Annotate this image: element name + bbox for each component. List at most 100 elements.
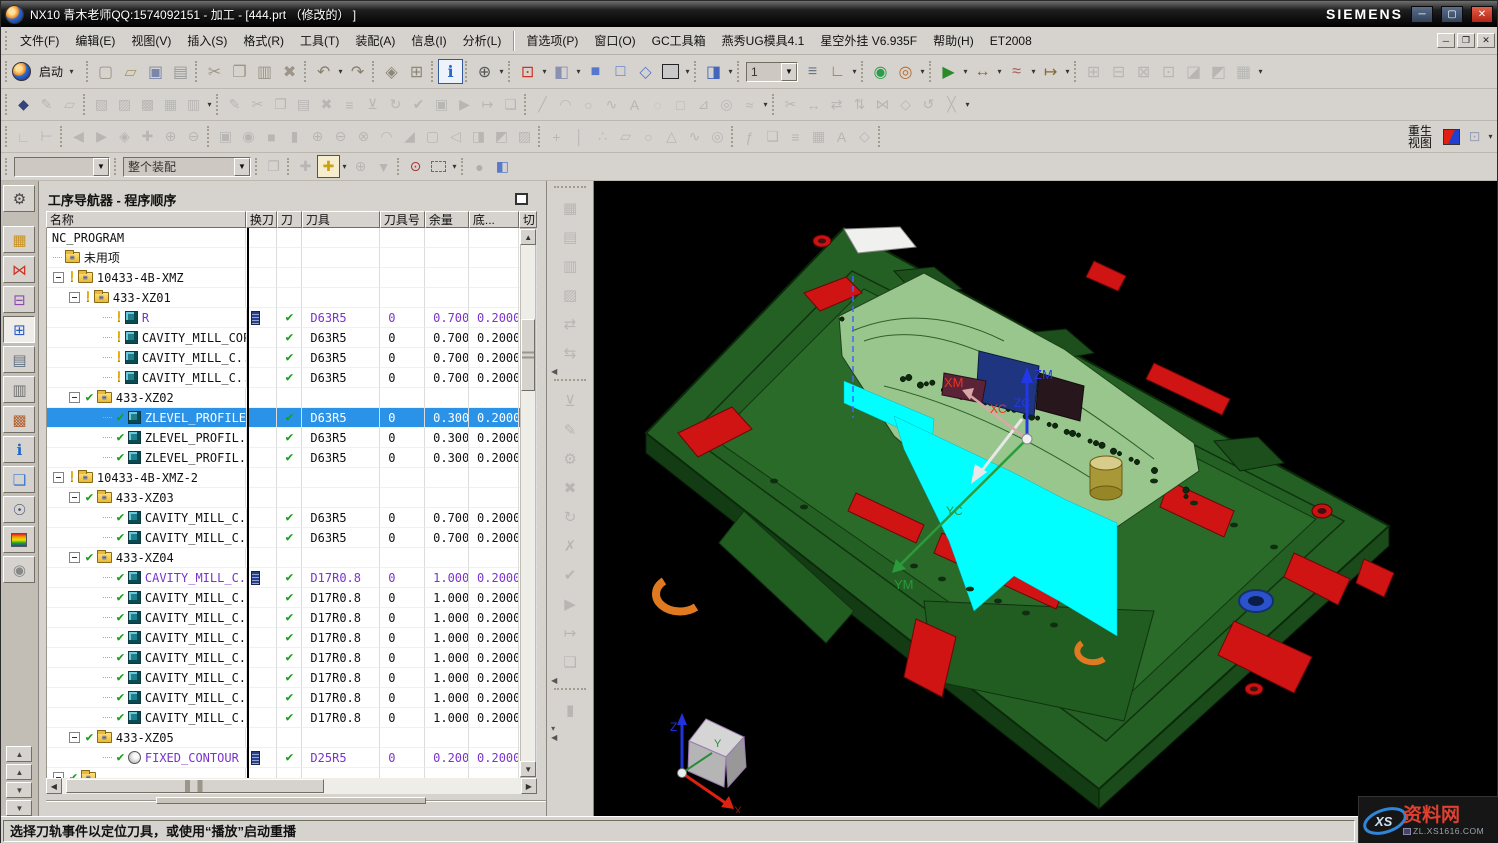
shaded-view-icon[interactable]: ■: [583, 59, 608, 84]
shaded-display-swatch-icon[interactable]: [1440, 125, 1463, 148]
find-component-icon[interactable]: ⊕: [472, 59, 497, 84]
replace-face-icon[interactable]: ⊡: [1156, 59, 1181, 84]
column-header-4[interactable]: 刀具号: [380, 211, 425, 228]
resource-tab-part-navigator[interactable]: ⊟: [3, 286, 35, 313]
translucent-display-icon[interactable]: ⊡: [1463, 125, 1486, 148]
menu-item-view[interactable]: 视图(V): [123, 29, 179, 52]
menu-item-et2008[interactable]: ET2008: [982, 31, 1040, 51]
column-header-0[interactable]: 名称: [46, 211, 246, 228]
background-swatch-dropdown-icon[interactable]: ▾: [683, 67, 692, 76]
revolve-icon[interactable]: ◉: [237, 125, 260, 148]
feed-rate-tool-icon[interactable]: ▮: [555, 695, 585, 724]
redo-icon[interactable]: ↷: [345, 59, 370, 84]
resource-tab-roles[interactable]: ◉: [3, 556, 35, 583]
selection-scope-combo-dropdown-icon[interactable]: ▼: [234, 158, 250, 176]
point-set-icon[interactable]: ∴: [591, 125, 614, 148]
forward-arrow-icon[interactable]: ▶: [90, 125, 113, 148]
tree-row-12[interactable]: !10433-4B-XMZ-2: [47, 468, 537, 488]
background-swatch-icon[interactable]: [658, 59, 683, 84]
menu-item-gc-toolbox[interactable]: GC工具箱: [644, 29, 714, 52]
replay-toolpath-icon[interactable]: ↻: [384, 93, 407, 116]
resource-tab-constraint-navigator[interactable]: ⋈: [3, 256, 35, 283]
sequence-replay-icon[interactable]: ▶: [936, 59, 961, 84]
menu-item-xingkong-plugin[interactable]: 星空外挂 V6.935F: [812, 29, 925, 52]
wcs-display-icon[interactable]: ∟: [12, 125, 35, 148]
resource-tab-internet-explorer[interactable]: ℹ: [3, 436, 35, 463]
named-views-icon[interactable]: ◇: [853, 125, 876, 148]
fit-view-icon[interactable]: ⊡: [515, 59, 540, 84]
resize-blend-icon[interactable]: ◩: [1206, 59, 1231, 84]
paste-icon[interactable]: ▥: [252, 59, 277, 84]
tree-row-20[interactable]: ✔CAVITY_MILL_C...✔D17R0.801.00000.2000: [47, 628, 537, 648]
block-icon[interactable]: ■: [260, 125, 283, 148]
menu-item-information[interactable]: 信息(I): [403, 29, 454, 52]
circle-icon[interactable]: ○: [577, 93, 600, 116]
expander-icon[interactable]: [69, 552, 80, 563]
deviation-gauge-dropdown-icon[interactable]: ▾: [1029, 67, 1038, 76]
zoom-out-icon[interactable]: ⊖: [182, 125, 205, 148]
tree-row-22[interactable]: ✔CAVITY_MILL_C...✔D17R0.801.00000.2000: [47, 668, 537, 688]
open-file-icon[interactable]: ▱: [118, 59, 143, 84]
divide-curve-dropdown-icon[interactable]: ▾: [963, 100, 972, 109]
hscroll-thumb[interactable]: [66, 779, 324, 793]
sweep-icon[interactable]: ∿: [683, 125, 706, 148]
create-tool-icon[interactable]: ▨: [113, 93, 136, 116]
cut-icon[interactable]: ✂: [202, 59, 227, 84]
snapshot-icon[interactable]: ❏: [761, 125, 784, 148]
transform-curve-icon[interactable]: ↺: [917, 93, 940, 116]
edit-toolpath-icon[interactable]: ✎: [555, 415, 585, 444]
tree-row-26[interactable]: ✔FIXED_CONTOUR✔D25R500.20000.2000: [47, 748, 537, 768]
tree-row-27[interactable]: ✔: [47, 768, 537, 778]
datum-plane-icon[interactable]: ▱: [58, 93, 81, 116]
tree-row-15[interactable]: ✔CAVITY_MILL_C...✔D63R500.70000.2000: [47, 528, 537, 548]
edit-object-display-icon[interactable]: ◉: [868, 59, 893, 84]
column-header-3[interactable]: 刀具: [302, 211, 380, 228]
verify-toolpath-icon[interactable]: ✔: [555, 560, 585, 589]
offset-region-icon[interactable]: ⊠: [1131, 59, 1156, 84]
generate-toolpath-icon[interactable]: ⊻: [361, 93, 384, 116]
create-program-icon[interactable]: ▧: [90, 93, 113, 116]
create-operation-dropdown-icon[interactable]: ▾: [205, 100, 214, 109]
cam-solid-icon[interactable]: ◆: [12, 93, 35, 116]
selection-type-combo-dropdown-icon[interactable]: ▼: [93, 158, 109, 176]
delete-icon[interactable]: ✖: [277, 59, 302, 84]
extrude-icon[interactable]: ▣: [214, 125, 237, 148]
undo-dropdown-icon[interactable]: ▾: [336, 67, 345, 76]
render-style-dropdown-icon[interactable]: ▾: [574, 67, 583, 76]
create-method-icon[interactable]: ▦: [159, 93, 182, 116]
wcs-dynamics-dropdown-icon[interactable]: ▾: [850, 67, 859, 76]
tree-row-4[interactable]: !R✔D63R500.70000.2000: [47, 308, 537, 328]
expander-icon[interactable]: [69, 492, 80, 503]
panel-splitter[interactable]: [46, 794, 546, 808]
menu-item-assemblies[interactable]: 装配(A): [347, 29, 403, 52]
tree-row-7[interactable]: !CAVITY_MILL_C...✔D63R500.70000.2000: [47, 368, 537, 388]
expression-icon[interactable]: ƒ: [738, 125, 761, 148]
measure-distance-icon[interactable]: ↔: [970, 59, 995, 84]
minimize-button[interactable]: ─: [1411, 6, 1433, 23]
highlight-filter-icon[interactable]: ✚: [317, 155, 340, 178]
collapse-arrow-icon[interactable]: ◀: [551, 367, 557, 376]
information-icon[interactable]: ℹ: [438, 59, 463, 84]
mirror-curve-icon[interactable]: ⋈: [871, 93, 894, 116]
datum-csys-icon[interactable]: +: [545, 125, 568, 148]
delete-operation-icon[interactable]: ✖: [315, 93, 338, 116]
expander-icon[interactable]: [69, 392, 80, 403]
tree-row-16[interactable]: ✔433-XZ04: [47, 548, 537, 568]
trim-curve-icon[interactable]: ✂: [779, 93, 802, 116]
menu-item-format[interactable]: 格式(R): [235, 29, 292, 52]
rectangle-select-dropdown-icon[interactable]: ▾: [450, 162, 459, 171]
scroll-right-button[interactable]: ▶: [521, 778, 537, 794]
edge-blend-icon[interactable]: ◠: [375, 125, 398, 148]
polygon-icon[interactable]: ⊿: [692, 93, 715, 116]
generate-toolpath-icon[interactable]: ⊻: [555, 386, 585, 415]
ellipse-icon[interactable]: ◎: [715, 93, 738, 116]
sequence-replay-dropdown-icon[interactable]: ▾: [961, 67, 970, 76]
column-divider[interactable]: [247, 228, 249, 778]
wcs-orient-icon[interactable]: ⊢: [35, 125, 58, 148]
shop-documentation-icon[interactable]: ❏: [499, 93, 522, 116]
rectangle-select-icon[interactable]: [427, 155, 450, 178]
menu-item-help[interactable]: 帮助(H): [925, 29, 982, 52]
machine-simulate-icon[interactable]: ▶: [453, 93, 476, 116]
resource-tab-html-report[interactable]: ❏: [3, 466, 35, 493]
save-file-icon[interactable]: ▣: [143, 59, 168, 84]
